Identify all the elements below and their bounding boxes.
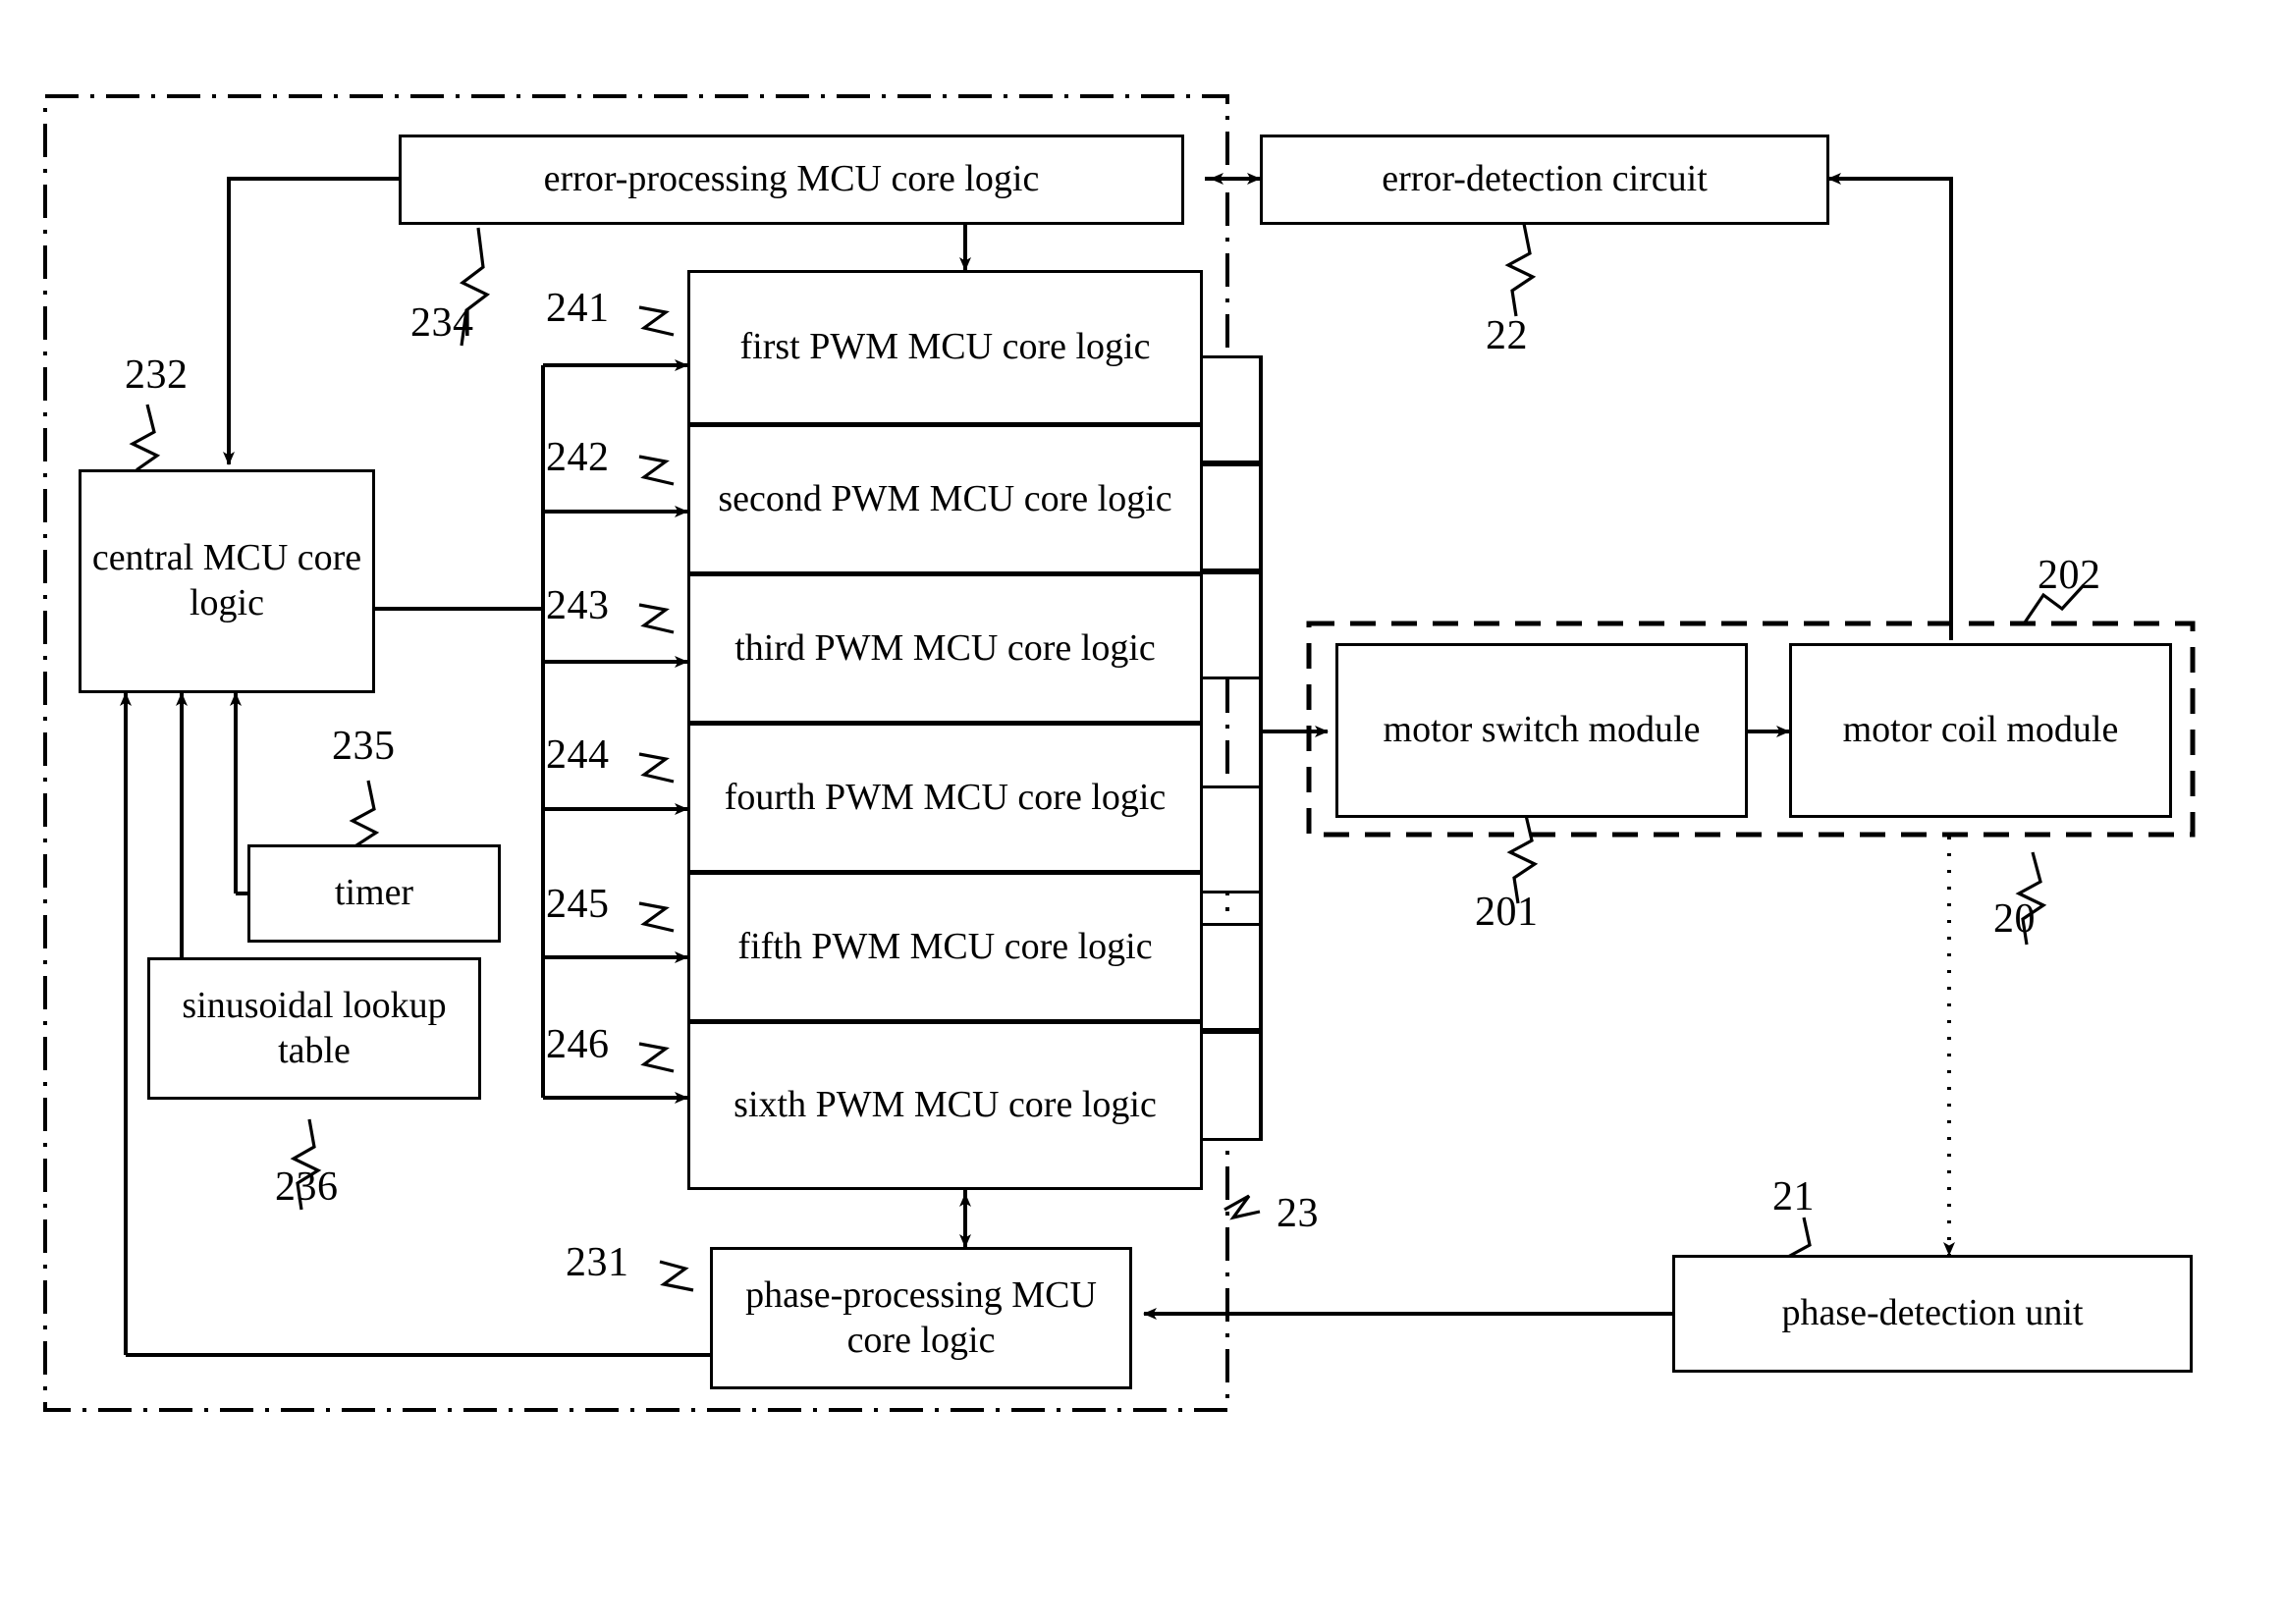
- leader-242: [638, 455, 675, 486]
- block-sinusoidal-lookup-table[interactable]: sinusoidal lookup table: [147, 957, 481, 1100]
- ref-numeral-202: 202: [2038, 553, 2101, 598]
- leader-245: [638, 901, 675, 933]
- block-timer-label: timer: [334, 872, 414, 914]
- block-pwm-6[interactable]: sixth PWM MCU core logic: [687, 1019, 1203, 1190]
- block-pwm-2[interactable]: second PWM MCU core logic: [687, 422, 1203, 571]
- block-pwm-4[interactable]: fourth PWM MCU core logic: [687, 721, 1203, 870]
- leader-22: [1504, 223, 1537, 317]
- pwm-output-port-3: [1203, 571, 1262, 679]
- diagram-canvas: error-processing MCU core logic error-de…: [0, 0, 2283, 1624]
- block-central-mcu-core-logic-label: central MCU core logic: [91, 537, 362, 623]
- ref-numeral-242: 242: [546, 435, 610, 480]
- pwm-output-port-6: [1203, 1031, 1262, 1141]
- block-pwm-2-label: second PWM MCU core logic: [718, 477, 1172, 519]
- link-errproc-to-central: [223, 177, 399, 465]
- leader-246: [638, 1042, 675, 1073]
- block-pwm-6-label: sixth PWM MCU core logic: [734, 1084, 1157, 1126]
- block-motor-coil-module[interactable]: motor coil module: [1789, 643, 2172, 818]
- ref-numeral-246: 246: [546, 1022, 610, 1067]
- leader-243: [638, 603, 675, 634]
- block-phase-detection-unit[interactable]: phase-detection unit: [1672, 1255, 2193, 1373]
- pwm-output-port-5: [1203, 923, 1262, 1031]
- pwm-output-port-1: [1203, 355, 1262, 463]
- block-motor-switch-module-label: motor switch module: [1383, 709, 1701, 751]
- block-pwm-5-label: fifth PWM MCU core logic: [737, 925, 1153, 967]
- ref-numeral-244: 244: [546, 732, 610, 778]
- ref-numeral-232: 232: [125, 352, 189, 398]
- block-pwm-1[interactable]: first PWM MCU core logic: [687, 270, 1203, 422]
- block-phase-processing-mcu-label: phase-processing MCU core logic: [745, 1273, 1097, 1361]
- block-motor-switch-module[interactable]: motor switch module: [1335, 643, 1748, 818]
- leader-241: [638, 305, 675, 337]
- block-error-detection-circuit-label: error-detection circuit: [1382, 158, 1708, 200]
- block-error-detection-circuit[interactable]: error-detection circuit: [1260, 135, 1829, 225]
- ref-numeral-235: 235: [332, 724, 396, 769]
- ref-numeral-231: 231: [566, 1240, 629, 1285]
- block-pwm-3[interactable]: third PWM MCU core logic: [687, 571, 1203, 721]
- block-motor-coil-module-label: motor coil module: [1842, 709, 2119, 751]
- ref-numeral-243: 243: [546, 583, 610, 628]
- block-pwm-4-label: fourth PWM MCU core logic: [724, 776, 1167, 818]
- block-error-processing-mcu[interactable]: error-processing MCU core logic: [399, 135, 1184, 225]
- ref-numeral-23: 23: [1277, 1191, 1319, 1236]
- block-phase-detection-unit-label: phase-detection unit: [1781, 1292, 2084, 1334]
- ref-numeral-241: 241: [546, 286, 610, 331]
- link-coil-to-errdet: [1827, 173, 1953, 640]
- leader-231: [659, 1260, 694, 1292]
- leader-244: [638, 752, 675, 784]
- block-pwm-5[interactable]: fifth PWM MCU core logic: [687, 870, 1203, 1019]
- block-error-processing-mcu-label: error-processing MCU core logic: [543, 158, 1040, 200]
- block-central-mcu-core-logic[interactable]: central MCU core logic: [79, 469, 375, 693]
- block-phase-processing-mcu[interactable]: phase-processing MCU core logic: [710, 1247, 1132, 1389]
- ref-numeral-245: 245: [546, 882, 610, 927]
- ref-numeral-22: 22: [1486, 313, 1528, 358]
- ref-numeral-236: 236: [275, 1164, 339, 1210]
- block-pwm-3-label: third PWM MCU core logic: [734, 626, 1156, 669]
- block-sinusoidal-lookup-table-label: sinusoidal lookup table: [182, 984, 447, 1071]
- ref-numeral-20: 20: [1993, 896, 2036, 942]
- ref-numeral-234: 234: [410, 300, 474, 346]
- pwm-output-port-2: [1203, 463, 1262, 571]
- pwm-output-port-4: [1203, 785, 1262, 893]
- ref-numeral-21: 21: [1772, 1174, 1815, 1219]
- leader-23: [1223, 1194, 1261, 1220]
- block-timer[interactable]: timer: [247, 844, 501, 943]
- block-pwm-1-label: first PWM MCU core logic: [739, 326, 1151, 368]
- ref-numeral-201: 201: [1475, 890, 1539, 935]
